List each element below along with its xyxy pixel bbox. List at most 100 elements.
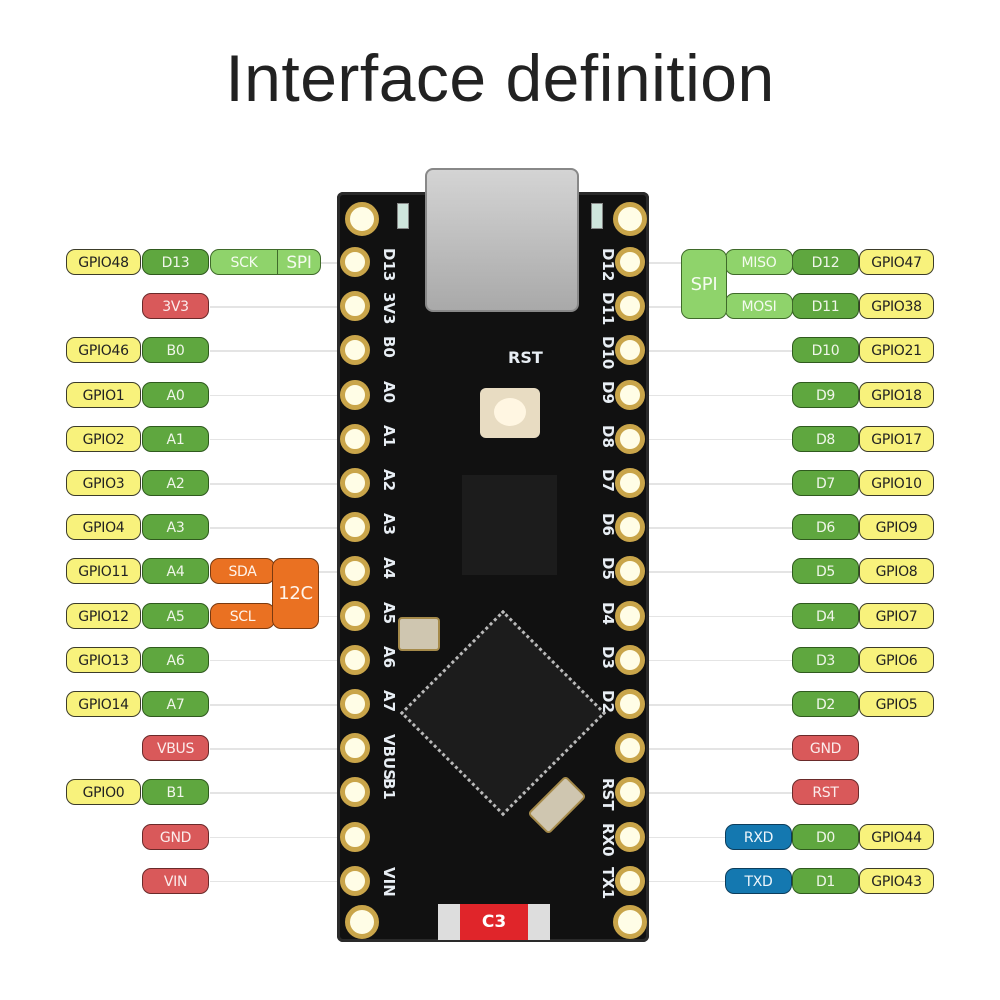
pin-hole-icon	[340, 512, 370, 543]
spi-group-label: SPI	[277, 249, 321, 275]
gpio-label: GPIO4	[66, 514, 141, 541]
silk-label-left: A7	[380, 690, 398, 713]
mounting-hole-icon	[345, 202, 379, 236]
led-right-icon	[591, 203, 603, 229]
mounting-hole-icon	[613, 202, 647, 236]
pin-hole-icon	[615, 512, 645, 543]
gpio-label: GPIO43	[859, 867, 934, 894]
pin-wire	[630, 350, 792, 352]
silk-label-left: 3V3	[380, 292, 398, 325]
pin-hole-icon	[615, 600, 645, 631]
pin-label-a6: A6	[142, 646, 209, 673]
pin-hole-icon	[615, 644, 645, 675]
silk-label-left: A3	[380, 513, 398, 536]
pin-hole-icon	[340, 468, 370, 498]
pin-wire	[210, 659, 355, 662]
pin-label-a2: A2	[142, 470, 209, 496]
silk-label-right: D10	[599, 336, 617, 370]
pin-label-d5: D5	[792, 558, 859, 585]
fuse-label: C3	[438, 904, 550, 940]
pin-hole-icon	[615, 247, 645, 277]
pin-label-d2: D2	[792, 691, 859, 717]
silk-label-left: D13	[380, 248, 398, 282]
pin-label-d9: D9	[792, 381, 859, 408]
pin-wire	[210, 704, 355, 706]
pin-hole-icon	[615, 689, 645, 719]
pin-hole-icon	[340, 821, 370, 852]
pin-hole-icon	[340, 379, 370, 410]
pin-hole-icon	[340, 865, 370, 896]
gpio-label: GPIO17	[859, 425, 934, 452]
pin-wire	[210, 527, 355, 529]
pin-wire	[210, 350, 355, 352]
pin-label-a5: A5	[142, 602, 209, 629]
gpio-label: GPIO6	[859, 646, 934, 673]
gpio-label: GPIO14	[66, 691, 141, 717]
pin-label-d1: D1	[792, 867, 859, 894]
gpio-label: GPIO9	[859, 514, 934, 541]
gpio-label: GPIO44	[859, 823, 934, 850]
pin-wire	[630, 394, 792, 397]
silk-label-right: D11	[599, 292, 617, 326]
pin-label-a1: A1	[142, 425, 209, 452]
spi-func-label: MOSI	[725, 293, 793, 320]
pin-hole-icon	[615, 733, 645, 764]
pin-label-a7: A7	[142, 691, 209, 717]
pin-wire	[210, 483, 355, 485]
pin-label-d8: D8	[792, 425, 859, 452]
pin-label-b1: B1	[142, 779, 209, 806]
silk-label-right: D6	[599, 513, 617, 537]
silk-label-right: D5	[599, 557, 617, 581]
pin-hole-icon	[340, 644, 370, 675]
pin-wire	[630, 438, 792, 441]
pin-hole-icon	[615, 379, 645, 410]
pin-wire	[210, 836, 355, 839]
silk-label-left: VIN	[380, 866, 398, 897]
pin-label-d0: D0	[792, 823, 859, 850]
i2c-func-label: SDA	[210, 558, 275, 585]
pin-hole-icon	[340, 689, 370, 719]
pin-label-b0: B0	[142, 337, 209, 364]
gpio-label: GPIO21	[859, 337, 934, 364]
gpio-label: GPIO38	[859, 293, 934, 320]
pin-label-d11: D11	[792, 293, 859, 320]
pin-wire	[210, 792, 355, 794]
gpio-label: GPIO1	[66, 381, 141, 408]
pin-label-vbus: VBUS	[142, 735, 209, 762]
pin-label-d7: D7	[792, 470, 859, 496]
pin-hole-icon	[615, 821, 645, 852]
pin-hole-icon	[340, 600, 370, 631]
pin-wire	[210, 438, 355, 441]
gpio-label: GPIO46	[66, 337, 141, 364]
reset-button-label: RST	[508, 348, 543, 367]
pin-wire	[630, 748, 792, 750]
silk-label-right: D12	[599, 248, 617, 282]
spi-func-label: SCK	[210, 249, 278, 275]
silk-label-left: A2	[380, 469, 398, 492]
reset-button[interactable]	[480, 388, 540, 438]
pin-hole-icon	[615, 291, 645, 322]
pin-hole-icon	[615, 423, 645, 454]
gpio-label: GPIO5	[859, 691, 934, 717]
usb-c-connector-icon	[425, 168, 579, 312]
pin-wire	[210, 880, 355, 883]
pin-label-gnd: GND	[792, 735, 859, 762]
crystal-icon	[398, 617, 440, 651]
pin-label-d10: D10	[792, 337, 859, 364]
pin-wire	[630, 704, 792, 706]
uart-func-label: RXD	[725, 823, 792, 850]
pin-wire	[630, 527, 792, 529]
silk-label-right: D8	[599, 424, 617, 448]
pin-label-a4: A4	[142, 558, 209, 585]
pin-hole-icon	[340, 423, 370, 454]
silk-label-left: A5	[380, 601, 398, 624]
gpio-label: GPIO13	[66, 646, 141, 673]
silk-label-right: RST	[599, 778, 617, 811]
spi-func-label: MISO	[725, 249, 793, 275]
silk-label-left: A4	[380, 557, 398, 580]
pin-hole-icon	[340, 291, 370, 322]
pin-hole-icon	[615, 865, 645, 896]
silk-label-right: D3	[599, 645, 617, 669]
led-left-icon	[397, 203, 409, 229]
pin-label-a3: A3	[142, 514, 209, 541]
